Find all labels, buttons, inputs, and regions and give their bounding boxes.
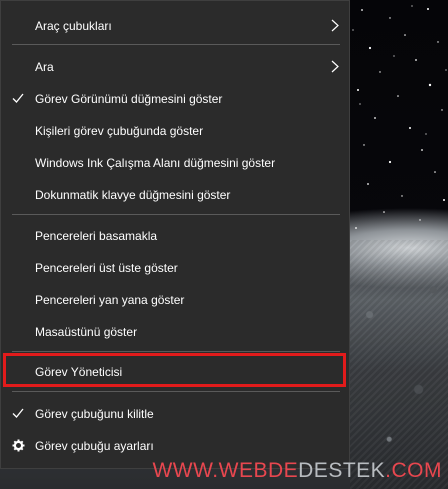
menu-item-cascade-windows[interactable]: Pencereleri basamakla xyxy=(1,221,349,251)
menu-item-windows-ink-workspace[interactable]: Windows Ink Çalışma Alanı düğmesini göst… xyxy=(1,148,349,178)
starfield xyxy=(352,5,447,229)
menu-item-taskbar-settings[interactable]: Görev çubuğu ayarları xyxy=(1,431,349,461)
menu-item-people-on-taskbar[interactable]: Kişileri görev çubuğunda göster xyxy=(1,116,349,146)
menu-item-label: Ara xyxy=(35,60,54,74)
menu-item-label: Araç çubukları xyxy=(35,19,112,33)
watermark-part: .COM xyxy=(385,459,442,482)
menu-separator xyxy=(12,214,340,215)
menu-item-label: Görev çubuğu ayarları xyxy=(35,439,154,453)
menu-separator xyxy=(12,351,340,352)
chevron-right-icon xyxy=(331,60,339,73)
watermark: WWW.WEBDEDESTEK.COM xyxy=(152,459,442,483)
chevron-right-icon xyxy=(331,19,339,32)
menu-separator xyxy=(12,391,340,392)
menu-item-label: Dokunmatik klavye düğmesini göster xyxy=(35,188,231,202)
watermark-part: WEBDE xyxy=(218,459,299,482)
taskbar-context-menu: Araç çubukları Ara Görev Görünümü düğmes… xyxy=(0,0,350,469)
menu-item-label: Görev çubuğunu kilitle xyxy=(35,407,154,421)
menu-item-touch-keyboard[interactable]: Dokunmatik klavye düğmesini göster xyxy=(1,180,349,210)
gear-icon xyxy=(12,439,25,452)
moon-surface xyxy=(350,240,448,489)
menu-item-toolbars[interactable]: Araç çubukları xyxy=(1,11,349,41)
annotation-highlight-box xyxy=(3,353,346,387)
menu-item-label: Pencereleri yan yana göster xyxy=(35,293,185,307)
checkmark-icon xyxy=(12,408,24,418)
menu-item-search[interactable]: Ara xyxy=(1,52,349,82)
menu-item-stack-windows[interactable]: Pencereleri üst üste göster xyxy=(1,253,349,283)
menu-item-label: Masaüstünü göster xyxy=(35,325,138,339)
menu-item-label: Pencereleri üst üste göster xyxy=(35,261,178,275)
menu-separator xyxy=(12,44,340,45)
menu-item-label: Pencereleri basamakla xyxy=(35,229,158,243)
menu-item-task-view-button[interactable]: Görev Görünümü düğmesini göster xyxy=(1,84,349,114)
menu-item-show-desktop[interactable]: Masaüstünü göster xyxy=(1,317,349,347)
checkmark-icon xyxy=(12,93,24,103)
menu-item-lock-taskbar[interactable]: Görev çubuğunu kilitle xyxy=(1,399,349,429)
menu-item-label: Kişileri görev çubuğunda göster xyxy=(35,124,204,138)
menu-item-label: Görev Görünümü düğmesini göster xyxy=(35,92,223,106)
menu-item-label: Windows Ink Çalışma Alanı düğmesini göst… xyxy=(35,156,276,170)
menu-item-side-by-side-windows[interactable]: Pencereleri yan yana göster xyxy=(1,285,349,315)
watermark-part: WWW. xyxy=(152,459,219,482)
watermark-part: DESTEK xyxy=(298,459,386,482)
